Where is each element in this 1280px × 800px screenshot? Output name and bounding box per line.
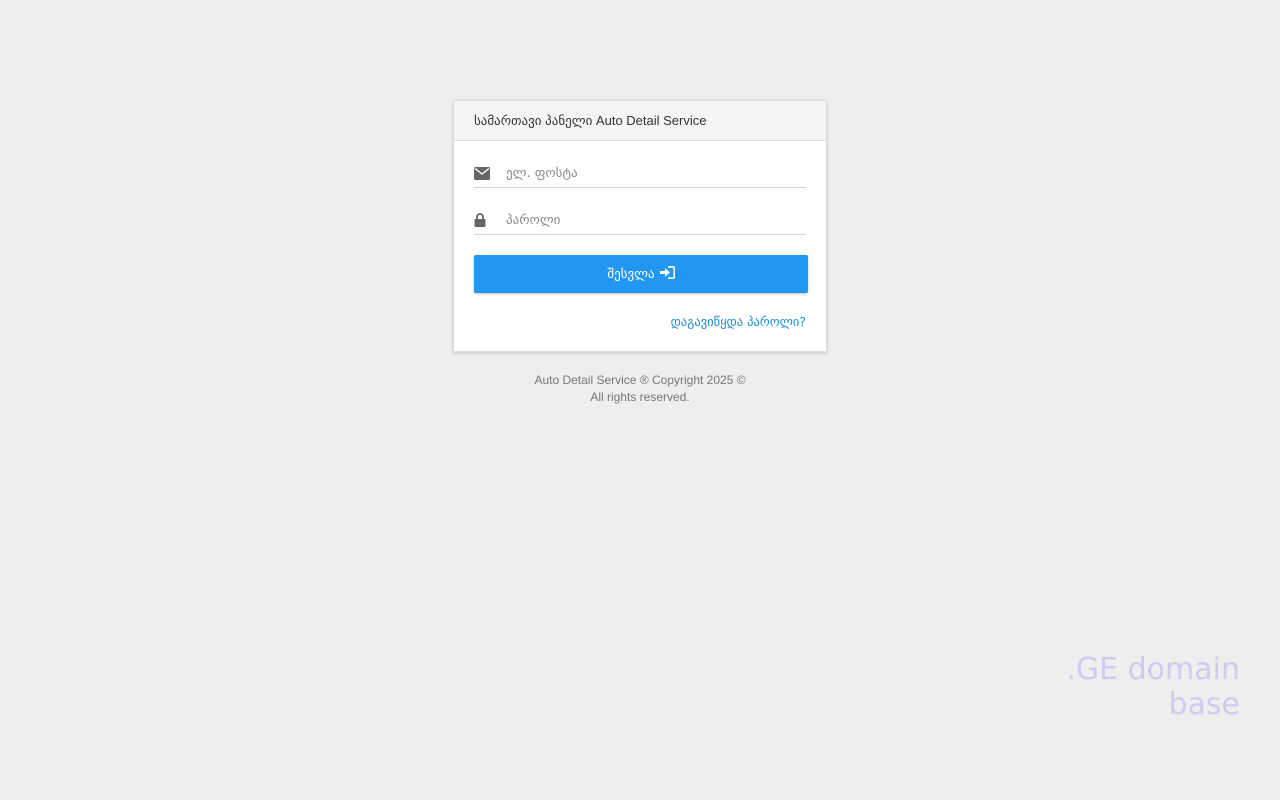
login-button-label: შესვლა	[607, 266, 655, 282]
login-title: სამართავი პანელი Auto Detail Service	[474, 112, 707, 128]
password-row	[474, 188, 806, 235]
email-row	[474, 141, 806, 188]
login-card: სამართავი პანელი Auto Detail Service ელ.…	[453, 100, 827, 352]
login-button[interactable]: შესვლა	[474, 255, 808, 293]
forgot-password-link[interactable]: დაგავიწყდა პაროლი?	[671, 314, 806, 329]
password-input[interactable]	[506, 206, 806, 234]
footer-copyright: Auto Detail Service ® Copyright 2025 ©	[534, 373, 746, 387]
email-input[interactable]	[506, 159, 806, 187]
watermark: .GE domain base	[1066, 652, 1240, 722]
footer: Auto Detail Service ® Copyright 2025 © A…	[440, 372, 840, 406]
footer-rights: All rights reserved.	[590, 390, 690, 404]
page: სამართავი პანელი Auto Detail Service ელ.…	[0, 0, 1280, 800]
card-header: სამართავი პანელი Auto Detail Service	[454, 101, 826, 141]
sign-in-icon	[659, 265, 675, 283]
forgot-row: დაგავიწყდა პაროლი?	[474, 313, 806, 331]
card-body: შესვლა დაგავიწყდა პაროლი?	[454, 141, 826, 331]
envelope-icon	[474, 159, 506, 187]
lock-icon	[474, 206, 506, 234]
